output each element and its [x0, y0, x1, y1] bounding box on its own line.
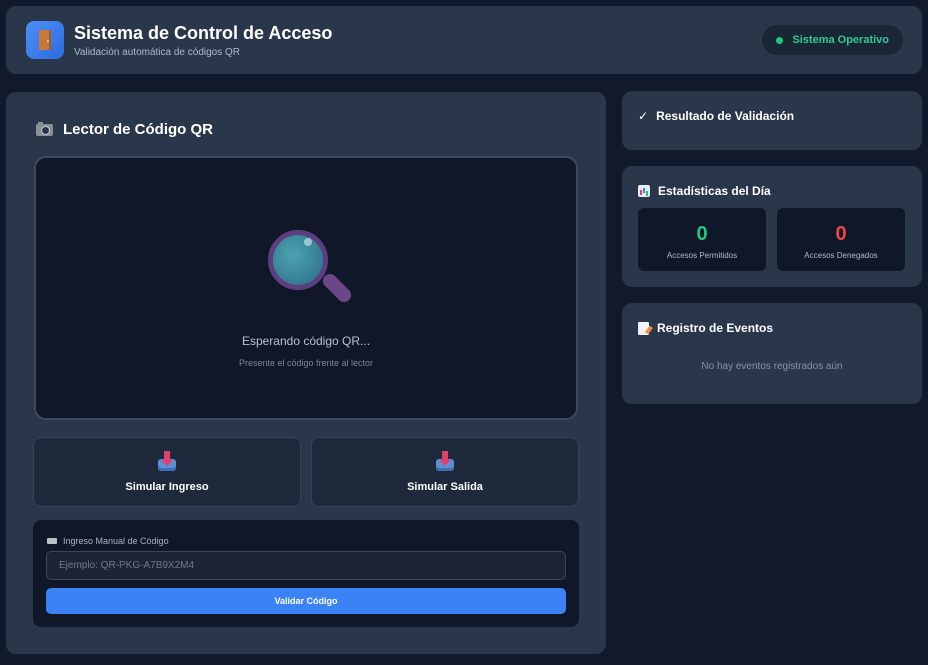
- manual-entry-box: Ingreso Manual de Código Validar Código: [33, 520, 579, 627]
- qr-code-input[interactable]: [46, 551, 566, 580]
- app-header: Sistema de Control de Acceso Validación …: [6, 6, 922, 74]
- validate-code-button[interactable]: Validar Código: [46, 588, 566, 614]
- simulate-exit-label: Simular Salida: [407, 481, 483, 493]
- stats-heading: Estadísticas del Día: [638, 184, 771, 198]
- scanner-heading: Lector de Código QR: [36, 121, 213, 138]
- scanner-title: Lector de Código QR: [63, 121, 213, 138]
- camera-icon: [36, 121, 53, 136]
- allowed-access-stat: 0 Accesos Permitidos: [638, 208, 766, 271]
- log-heading: Registro de Eventos: [638, 321, 773, 335]
- log-title: Registro de Eventos: [657, 321, 774, 335]
- event-log-card: Registro de Eventos No hay eventos regis…: [622, 303, 922, 404]
- simulate-exit-button[interactable]: Simular Salida: [311, 437, 579, 507]
- stats-title: Estadísticas del Día: [658, 184, 771, 198]
- status-dot-icon: [776, 36, 784, 44]
- denied-access-stat: 0 Accesos Denegados: [777, 208, 905, 271]
- bar-chart-icon: [638, 185, 650, 197]
- app-subtitle: Validación automática de códigos QR: [74, 46, 241, 58]
- waiting-hint: Presente el código frente al lector: [238, 358, 374, 368]
- simulate-entry-label: Simular Ingreso: [125, 481, 209, 493]
- memo-icon: [638, 321, 649, 335]
- result-title: Resultado de Validación: [656, 109, 795, 123]
- app-title: Sistema de Control de Acceso: [74, 22, 333, 43]
- log-empty-message: No hay eventos registrados aún: [701, 361, 843, 372]
- manual-entry-label: Ingreso Manual de Código: [47, 536, 169, 546]
- status-label: Sistema Operativo: [792, 34, 889, 46]
- inbox-tray-icon: [436, 451, 454, 471]
- denied-label: Accesos Denegados: [804, 251, 878, 260]
- scanner-viewport[interactable]: Esperando código QR... Presente el códig…: [34, 156, 578, 420]
- allowed-label: Accesos Permitidos: [666, 251, 738, 260]
- system-status-badge: Sistema Operativo: [762, 25, 903, 55]
- denied-count: 0: [835, 223, 847, 245]
- manual-entry-label-text: Ingreso Manual de Código: [63, 536, 169, 546]
- waiting-text: Esperando código QR...: [241, 334, 371, 348]
- daily-stats-card: Estadísticas del Día 0 Accesos Permitido…: [622, 166, 922, 287]
- check-icon: ✓: [638, 109, 649, 123]
- keyboard-icon: [47, 538, 57, 544]
- validation-result-card: ✓ Resultado de Validación: [622, 91, 922, 150]
- magnifier-icon: [268, 230, 354, 310]
- result-heading: ✓ Resultado de Validación: [638, 109, 794, 123]
- allowed-count: 0: [696, 223, 708, 245]
- simulate-entry-button[interactable]: Simular Ingreso: [33, 437, 301, 507]
- door-icon: [26, 21, 64, 59]
- title-block: Sistema de Control de Acceso Validación …: [74, 23, 332, 58]
- qr-scanner-panel: Lector de Código QR Esperando código QR.…: [6, 92, 606, 654]
- inbox-tray-icon: [158, 451, 176, 471]
